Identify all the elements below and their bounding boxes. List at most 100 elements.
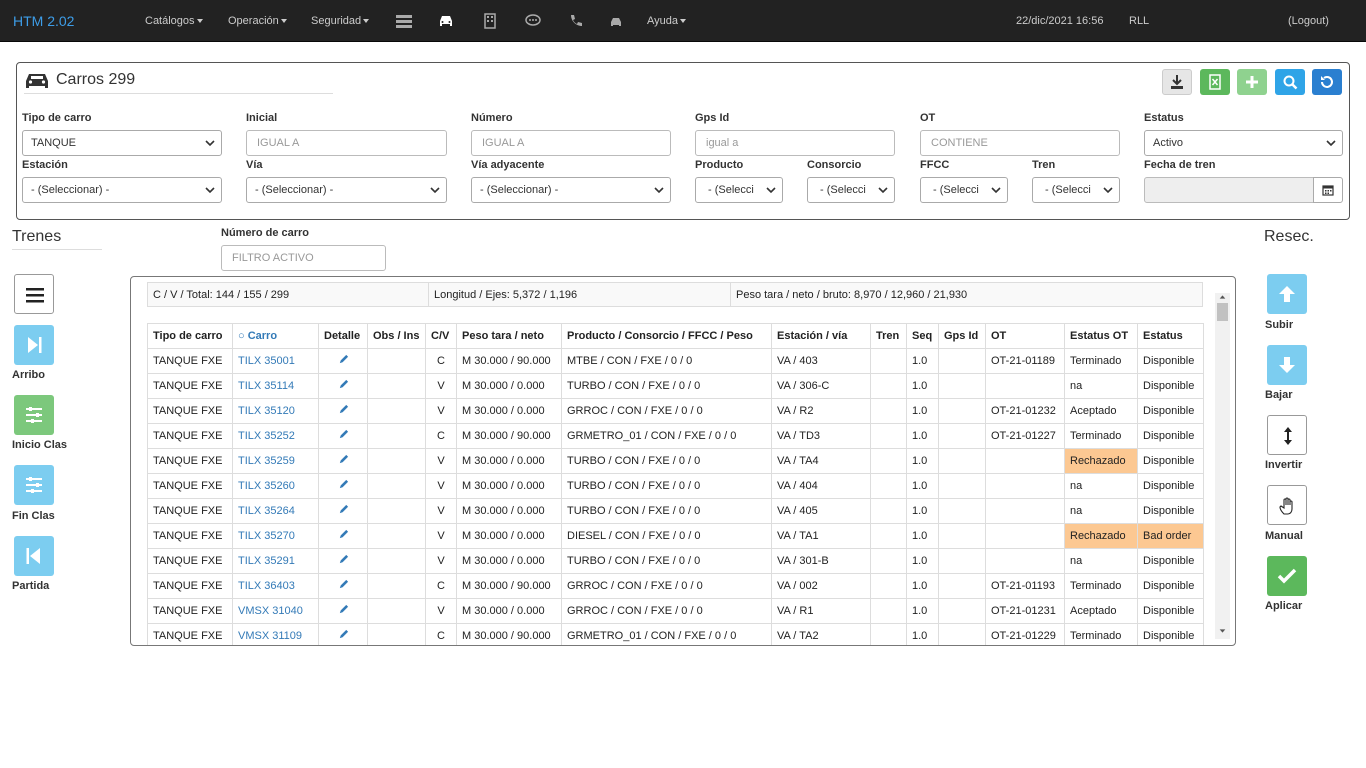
menu-button[interactable] — [14, 274, 54, 314]
carro-link[interactable]: TILX 35120 — [238, 405, 295, 417]
table-row[interactable]: TANQUE FXE TILX 35114 V M 30.000 / 0.000 TUR… — [147, 373, 1204, 399]
car-small-icon[interactable] — [607, 12, 625, 30]
col-peso[interactable]: Peso tara / neto — [456, 323, 562, 349]
table-row[interactable]: TANQUE FXE TILX 35264 V M 30.000 / 0.000 TUR… — [147, 498, 1204, 524]
cell-carro-link[interactable]: TILX 36403 — [232, 573, 319, 599]
pencil-icon[interactable] — [338, 429, 349, 440]
arribo-button[interactable] — [14, 325, 54, 365]
carro-link[interactable]: TILX 35259 — [238, 455, 295, 467]
table-row[interactable]: TANQUE FXE VMSX 31109 C M 30.000 / 90.000 GR… — [147, 623, 1204, 645]
col-carro[interactable]: ○ Carro — [232, 323, 319, 349]
cell-carro-link[interactable]: TILX 35114 — [232, 373, 319, 399]
pencil-icon[interactable] — [338, 454, 349, 465]
sort-carro-link[interactable]: ○ Carro — [238, 330, 277, 342]
col-obs-ins[interactable]: Obs / Ins — [367, 323, 426, 349]
export-excel-button[interactable] — [1200, 69, 1230, 95]
via-adyacente-select[interactable]: - (Seleccionar) - — [471, 177, 671, 203]
table-row[interactable]: TANQUE FXE TILX 35291 V M 30.000 / 0.000 TUR… — [147, 548, 1204, 574]
refresh-button[interactable] — [1312, 69, 1342, 95]
col-estatus[interactable]: Estatus — [1137, 323, 1204, 349]
invertir-button[interactable] — [1267, 415, 1307, 455]
col-estacion-via[interactable]: Estación / vía — [771, 323, 871, 349]
col-detalle[interactable]: Detalle — [318, 323, 368, 349]
col-estatus-ot[interactable]: Estatus OT — [1064, 323, 1138, 349]
cell-carro-link[interactable]: TILX 35260 — [232, 473, 319, 499]
via-select[interactable]: - (Seleccionar) - — [246, 177, 447, 203]
table-row[interactable]: TANQUE FXE TILX 36403 C M 30.000 / 90.000 GR… — [147, 573, 1204, 599]
add-button[interactable] — [1237, 69, 1267, 95]
cell-carro-link[interactable]: TILX 35264 — [232, 498, 319, 524]
table-row[interactable]: TANQUE FXE TILX 35259 V M 30.000 / 0.000 TUR… — [147, 448, 1204, 474]
manual-button[interactable] — [1267, 485, 1307, 525]
cell-carro-link[interactable]: VMSX 31109 — [232, 623, 319, 645]
carro-link[interactable]: TILX 35001 — [238, 355, 295, 367]
menu-ayuda[interactable]: Ayuda — [647, 15, 686, 27]
cell-carro-link[interactable]: TILX 35001 — [232, 348, 319, 374]
cell-carro-link[interactable]: TILX 35120 — [232, 398, 319, 424]
cell-carro-link[interactable]: TILX 35291 — [232, 548, 319, 574]
table-row[interactable]: TANQUE FXE TILX 35001 C M 30.000 / 90.000 MT… — [147, 348, 1204, 374]
pencil-icon[interactable] — [338, 354, 349, 365]
table-row[interactable]: TANQUE FXE VMSX 31040 V M 30.000 / 0.000 GRR… — [147, 598, 1204, 624]
scroll-down-icon[interactable] — [1215, 627, 1230, 635]
pencil-icon[interactable] — [338, 479, 349, 490]
tren-select[interactable]: - (Selecci — [1032, 177, 1120, 203]
pencil-icon[interactable] — [338, 604, 349, 615]
carro-link[interactable]: TILX 35264 — [238, 505, 295, 517]
carro-link[interactable]: TILX 35260 — [238, 480, 295, 492]
table-scrollbar[interactable] — [1215, 293, 1230, 639]
pencil-icon[interactable] — [338, 529, 349, 540]
table-row[interactable]: TANQUE FXE TILX 35260 V M 30.000 / 0.000 TUR… — [147, 473, 1204, 499]
inicio-clas-button[interactable] — [14, 395, 54, 435]
consorcio-select[interactable]: - (Selecci — [807, 177, 895, 203]
fecha-tren-input[interactable] — [1144, 177, 1314, 203]
cell-carro-link[interactable]: VMSX 31040 — [232, 598, 319, 624]
tipo-carro-select[interactable]: TANQUE — [22, 130, 222, 156]
car-icon[interactable] — [437, 12, 455, 30]
brand[interactable]: HTM 2.02 — [13, 13, 74, 29]
pencil-icon[interactable] — [338, 629, 349, 640]
aplicar-button[interactable] — [1267, 556, 1307, 596]
carro-link[interactable]: TILX 35291 — [238, 555, 295, 567]
col-tren[interactable]: Tren — [870, 323, 907, 349]
carro-link[interactable]: TILX 35270 — [238, 530, 295, 542]
ot-input[interactable]: CONTIENE — [920, 130, 1120, 156]
carro-link[interactable]: TILX 35252 — [238, 430, 295, 442]
menu-seguridad[interactable]: Seguridad — [311, 15, 370, 27]
scroll-thumb[interactable] — [1217, 303, 1228, 321]
logout-link[interactable]: (Logout) — [1288, 15, 1329, 27]
phone-volume-icon[interactable] — [567, 12, 585, 30]
subir-button[interactable] — [1267, 274, 1307, 314]
estacion-select[interactable]: - (Seleccionar) - — [22, 177, 222, 203]
ffcc-select[interactable]: - (Selecci — [920, 177, 1008, 203]
table-row[interactable]: TANQUE FXE TILX 35270 V M 30.000 / 0.000 DIE… — [147, 523, 1204, 549]
comment-icon[interactable] — [524, 12, 542, 30]
cell-carro-link[interactable]: TILX 35252 — [232, 423, 319, 449]
calendar-button[interactable] — [1313, 177, 1343, 203]
scroll-up-icon[interactable] — [1215, 293, 1230, 301]
download-button[interactable] — [1162, 69, 1192, 95]
carro-link[interactable]: TILX 36403 — [238, 580, 295, 592]
col-cv[interactable]: C/V — [425, 323, 457, 349]
estatus-select[interactable]: Activo — [1144, 130, 1343, 156]
search-button[interactable] — [1275, 69, 1305, 95]
carro-link[interactable]: VMSX 31109 — [238, 630, 302, 642]
pencil-icon[interactable] — [338, 579, 349, 590]
col-seq[interactable]: Seq — [906, 323, 939, 349]
col-tipo-carro[interactable]: Tipo de carro — [147, 323, 233, 349]
inicial-input[interactable]: IGUAL A — [246, 130, 447, 156]
fin-clas-button[interactable] — [14, 465, 54, 505]
carro-link[interactable]: TILX 35114 — [238, 380, 294, 392]
building-icon[interactable] — [481, 12, 499, 30]
menu-catalogos[interactable]: Catálogos — [145, 15, 203, 27]
cell-carro-link[interactable]: TILX 35270 — [232, 523, 319, 549]
carro-link[interactable]: VMSX 31040 — [238, 605, 303, 617]
table-row[interactable]: TANQUE FXE TILX 35120 V M 30.000 / 0.000 GRR… — [147, 398, 1204, 424]
numero-carro-input[interactable]: FILTRO ACTIVO — [221, 245, 386, 271]
col-producto[interactable]: Producto / Consorcio / FFCC / Peso — [561, 323, 772, 349]
cell-carro-link[interactable]: TILX 35259 — [232, 448, 319, 474]
pencil-icon[interactable] — [338, 504, 349, 515]
partida-button[interactable] — [14, 536, 54, 576]
col-gps-id[interactable]: Gps Id — [938, 323, 986, 349]
gps-input[interactable]: igual a — [695, 130, 895, 156]
